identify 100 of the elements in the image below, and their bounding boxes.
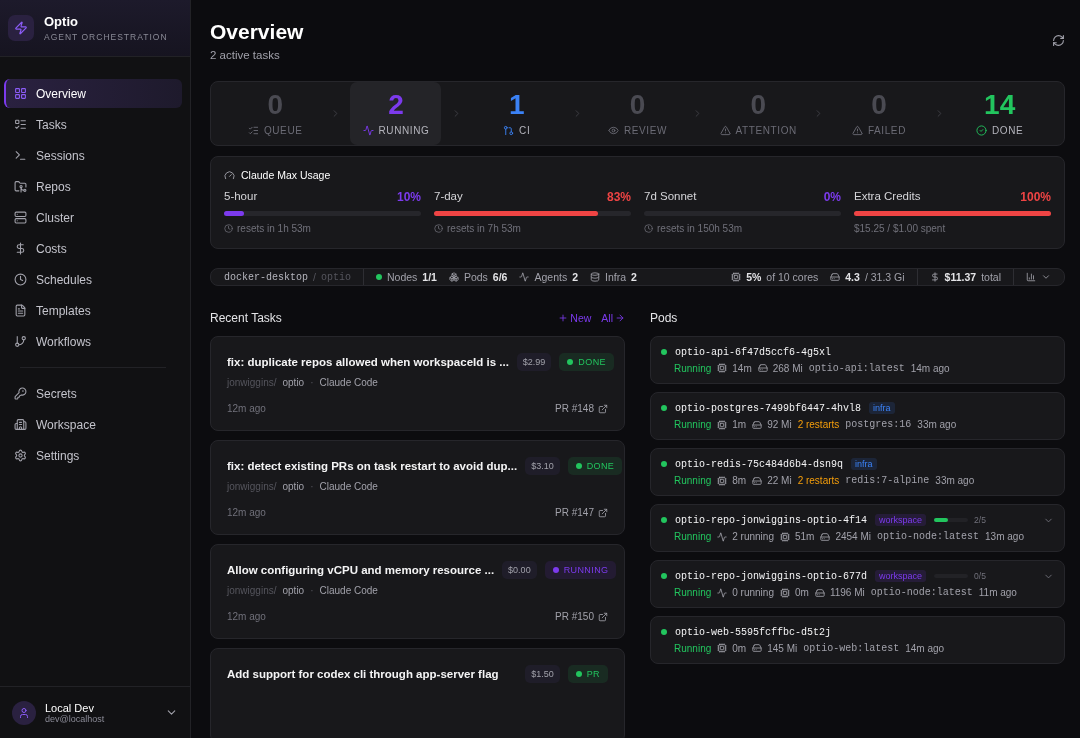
new-task-link[interactable]: New <box>558 312 592 324</box>
status-dot <box>661 405 667 411</box>
dollar-icon <box>929 272 940 282</box>
cpu-usage: 0m <box>732 642 747 654</box>
cluster-namespace: optio <box>320 271 351 283</box>
meter-percent: 83% <box>606 190 631 204</box>
path-separator: / <box>313 271 316 283</box>
chip-icon <box>717 363 728 373</box>
running-count: 2 running <box>732 531 774 542</box>
nav-item[interactable]: Workflows <box>4 327 182 356</box>
status-dot <box>661 517 667 523</box>
chip-icon <box>717 643 728 653</box>
folder-icon <box>14 180 27 193</box>
task-cost: $3.10 <box>525 457 560 475</box>
agent-name: Claude Code <box>319 377 378 388</box>
cluster-stat-value: 6/6 <box>492 271 508 283</box>
meter-note: resets in 7h 53m <box>447 223 521 234</box>
repo-name: optio <box>282 585 305 596</box>
pipeline-stage[interactable]: 2 RUNNING <box>350 82 442 145</box>
repo-name: optio <box>282 377 305 388</box>
nav-item[interactable]: Workspace <box>4 410 182 439</box>
nav-item[interactable]: Templates <box>4 296 182 325</box>
branch-icon <box>14 335 27 348</box>
dollar-icon <box>14 242 27 255</box>
status-dot <box>661 629 667 635</box>
cost-detail: total <box>981 271 1001 283</box>
gauge-icon <box>224 169 235 181</box>
restart-count: 2 restarts <box>797 419 840 430</box>
document-icon <box>14 304 27 317</box>
pod-status: Running <box>674 362 712 374</box>
nav-item[interactable]: Secrets <box>4 379 182 408</box>
slot-count: 2/5 <box>974 515 986 525</box>
pr-link[interactable]: PR #148 <box>555 403 608 414</box>
grid-icon <box>14 87 27 100</box>
brand-name: Optio <box>44 14 79 29</box>
repo-owner: jonwiggins/ <box>227 377 277 388</box>
nav-item[interactable]: Sessions <box>4 141 182 170</box>
task-card[interactable]: fix: detect existing PRs on task restart to avoid dup... $3.10 DONE jonwiggins/ optio · Claude Code 12m ago PR #147 <box>210 440 625 535</box>
task-card[interactable]: Allow configuring vCPU and memory resource ... $0.00 RUNNING jonwiggins/ optio · Claude Code 12m ago PR #150 <box>210 544 625 639</box>
nav-item[interactable]: Tasks <box>4 110 182 139</box>
refresh-icon[interactable] <box>1052 34 1065 47</box>
nav-item[interactable]: Costs <box>4 234 182 263</box>
pipeline-stage[interactable]: 14 DONE <box>954 82 1046 145</box>
task-card[interactable]: fix: duplicate repos allowed when workspaceId is ... $2.99 DONE jonwiggins/ optio · Claude Code 12m ago PR #148 <box>210 336 625 431</box>
pod-age: 33m ago <box>935 475 975 486</box>
pod-status: Running <box>674 531 712 542</box>
drive-icon <box>752 475 763 486</box>
meta-separator: · <box>310 585 314 596</box>
meter-note: resets in 150h 53m <box>657 223 743 234</box>
chip-icon <box>731 272 742 282</box>
memory-usage: 268 Mi <box>772 362 803 374</box>
nav-item[interactable]: Repos <box>4 172 182 201</box>
pod-name: optio-api-6f47d5ccf6-4g5xl <box>675 346 832 358</box>
task-time: 12m ago <box>227 507 266 518</box>
memory-usage: 92 Mi <box>767 419 792 430</box>
nav-item[interactable]: Schedules <box>4 265 182 294</box>
pod-tag: workspace <box>875 570 927 582</box>
arrow-right-icon <box>615 313 625 323</box>
drive-icon <box>752 419 763 430</box>
pulse-icon <box>519 272 530 282</box>
chart-menu-icon[interactable] <box>1026 272 1051 282</box>
nav-item[interactable]: Overview <box>4 79 182 108</box>
pod-image: redis:7-alpine <box>845 475 930 486</box>
repo-name: optio <box>282 481 305 492</box>
page-title: Overview <box>210 20 304 44</box>
drive-icon <box>814 587 825 598</box>
agent-name: Claude Code <box>319 481 378 492</box>
section-title: Pods <box>650 311 678 325</box>
status-dot <box>661 461 667 467</box>
repo-owner: jonwiggins/ <box>227 585 277 596</box>
pr-link[interactable]: PR #150 <box>555 611 608 622</box>
meter-label: 7-day <box>434 190 463 204</box>
pr-link[interactable]: PR #147 <box>555 507 608 518</box>
cluster-stat-label: Agents <box>534 271 568 283</box>
settings-icon <box>14 449 27 462</box>
external-link-icon <box>598 611 608 622</box>
task-title: Add support for codex cli through app-server flag <box>227 668 500 680</box>
task-cost: $1.50 <box>525 665 560 683</box>
server-icon <box>14 211 27 224</box>
pod-status: Running <box>674 642 712 654</box>
memory-value: 4.3 <box>845 271 860 283</box>
meter-label: 5-hour <box>224 190 258 204</box>
meter-percent: 10% <box>396 190 421 204</box>
repo-owner: jonwiggins/ <box>227 481 277 492</box>
nav-item[interactable]: Cluster <box>4 203 182 232</box>
all-tasks-link[interactable]: All <box>601 312 625 324</box>
slot-count: 0/5 <box>974 571 986 581</box>
meter-label: 7d Sonnet <box>644 190 697 204</box>
task-card[interactable]: Add support for codex cli through app-server flag $1.50 PR <box>210 648 625 738</box>
status-badge: DONE <box>567 457 623 475</box>
drive-icon <box>752 643 763 653</box>
clock-icon <box>224 224 233 233</box>
cluster-stat-label: Pods <box>463 271 488 283</box>
pod-age: 13m ago <box>985 531 1024 542</box>
pod-age: 14m ago <box>910 362 950 374</box>
cluster-stat-label: Nodes <box>386 271 418 283</box>
pipeline-stage[interactable]: 1 CI <box>471 82 563 145</box>
nav-item[interactable]: Settings <box>4 441 182 470</box>
cpu-usage: 1m <box>732 419 747 430</box>
task-cost: $2.99 <box>516 353 552 371</box>
